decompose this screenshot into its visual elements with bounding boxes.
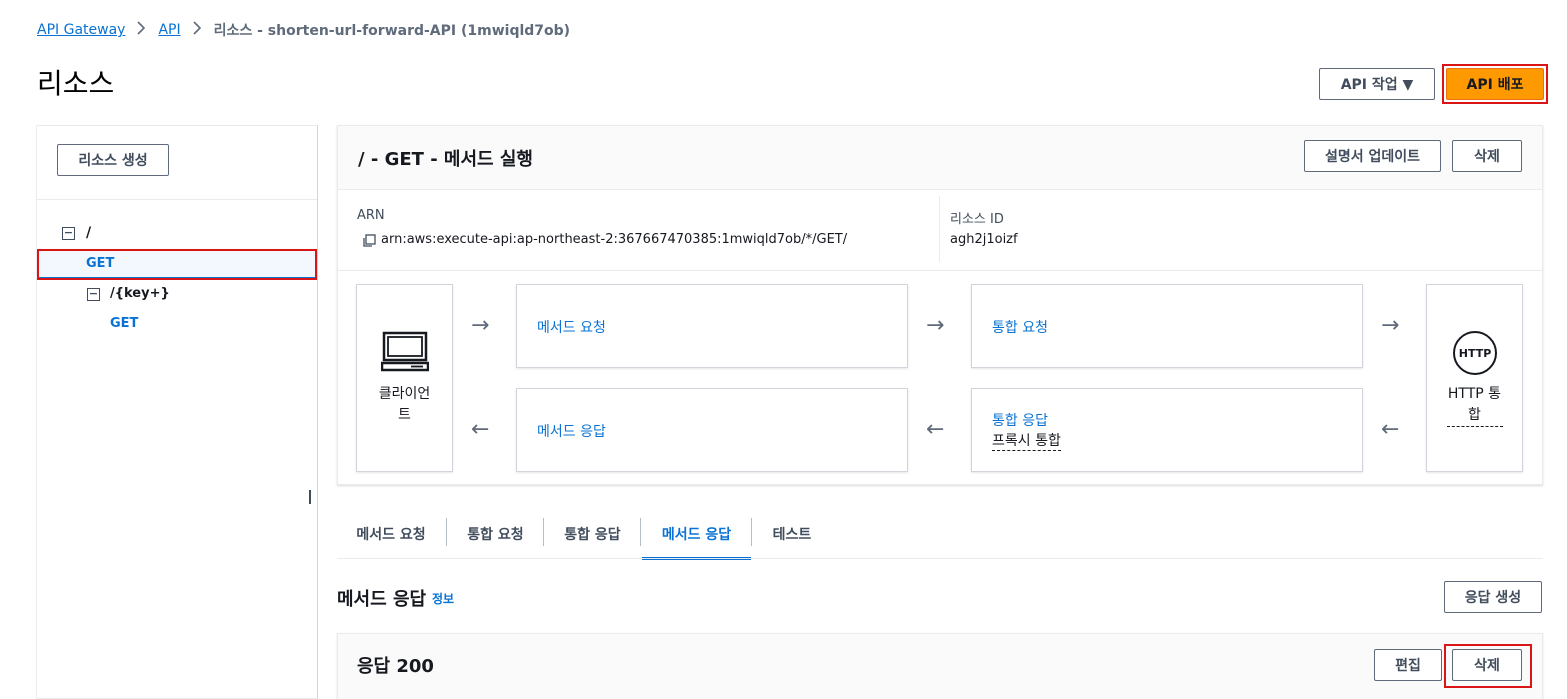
client-label: 클라이언 트 (356, 384, 453, 426)
tabs-divider (337, 558, 1543, 559)
breadcrumb-api-gateway[interactable]: API Gateway (37, 22, 125, 38)
api-actions-button[interactable]: API 작업 ▼ (1319, 68, 1435, 100)
http-icon: HTTP (1453, 331, 1497, 375)
proxy-integration-label: 프록시 통합 (992, 433, 1061, 451)
chevron-right-icon (193, 21, 202, 39)
create-response-button[interactable]: 응답 생성 (1444, 581, 1542, 613)
breadcrumb-current: 리소스 - shorten-url-forward-API (1mwiqld7o… (213, 23, 571, 39)
tab-test[interactable]: 테스트 (762, 518, 822, 560)
integration-request-link[interactable]: 통합 요청 (992, 317, 1048, 337)
integration-response-link[interactable]: 통합 응답 (992, 410, 1048, 430)
info-link[interactable]: 정보 (432, 590, 454, 607)
minus-square-icon[interactable]: − (87, 288, 100, 301)
deploy-api-button[interactable]: API 배포 (1446, 68, 1544, 100)
tab-divider (640, 518, 641, 546)
divider (939, 196, 940, 262)
copy-icon[interactable] (362, 233, 376, 247)
divider (37, 199, 317, 200)
tree-item-root[interactable]: / (86, 225, 91, 241)
response-200-title: 응답 200 (357, 656, 434, 677)
method-response-section-title: 메서드 응답 (337, 589, 427, 610)
tree-item-key-get[interactable]: GET (110, 316, 138, 331)
resource-id-value: agh2j1oizf (950, 232, 1018, 247)
resource-tree-panel (36, 125, 318, 699)
breadcrumb: API Gateway API 리소스 - shorten-url-forwar… (37, 20, 570, 40)
arrow-left-icon: ← (471, 417, 490, 442)
tab-method-request[interactable]: 메서드 요청 (347, 518, 435, 560)
client-label-line1: 클라이언 (378, 386, 431, 402)
http-label-line1: HTTP 통 (1447, 386, 1502, 402)
divider (338, 270, 1542, 271)
minus-square-icon[interactable]: − (62, 227, 75, 240)
laptop-icon (380, 330, 430, 374)
arn-value: arn:aws:execute-api:ap-northeast-2:36766… (381, 232, 848, 247)
highlight-box (37, 249, 317, 280)
edit-response-button[interactable]: 편집 (1374, 649, 1442, 681)
create-resource-button[interactable]: 리소스 생성 (57, 144, 169, 176)
integration-response-box[interactable] (971, 388, 1363, 472)
method-request-link[interactable]: 메서드 요청 (537, 317, 606, 337)
tree-item-key[interactable]: /{key+} (110, 286, 170, 301)
tab-divider (751, 518, 752, 546)
tab-integration-response[interactable]: 통합 응답 (554, 518, 631, 560)
arrow-left-icon: ← (926, 417, 945, 442)
method-execution-title: / - GET - 메서드 실행 (358, 149, 533, 170)
client-box (356, 284, 453, 472)
http-integration-label: HTTP 통 합 (1426, 384, 1523, 427)
tab-divider (446, 518, 447, 546)
http-label-line2: 합 (1446, 405, 1503, 427)
response-200-panel (337, 633, 1543, 699)
breadcrumb-api[interactable]: API (158, 22, 180, 38)
resource-id-label: 리소스 ID (950, 212, 1004, 227)
client-label-line2: 트 (398, 407, 411, 423)
page-title: 리소스 (37, 67, 115, 100)
arrow-right-icon: → (1381, 313, 1400, 338)
chevron-right-icon (137, 21, 146, 39)
delete-method-button[interactable]: 삭제 (1452, 140, 1522, 172)
update-documentation-button[interactable]: 설명서 업데이트 (1304, 140, 1441, 172)
arrow-left-icon: ← (1381, 417, 1400, 442)
delete-response-button[interactable]: 삭제 (1452, 649, 1522, 681)
tree-item-root-get[interactable]: GET (86, 256, 114, 271)
arrow-right-icon: → (471, 313, 490, 338)
tab-method-response[interactable]: 메서드 응답 (642, 518, 751, 560)
tab-integration-request[interactable]: 통합 요청 (457, 518, 534, 560)
arrow-right-icon: → (926, 313, 945, 338)
method-response-link[interactable]: 메서드 응답 (537, 421, 606, 441)
panel-resize-handle[interactable] (309, 490, 311, 504)
http-integration-box (1426, 284, 1523, 472)
tab-divider (543, 518, 544, 546)
arn-label: ARN (357, 208, 385, 223)
